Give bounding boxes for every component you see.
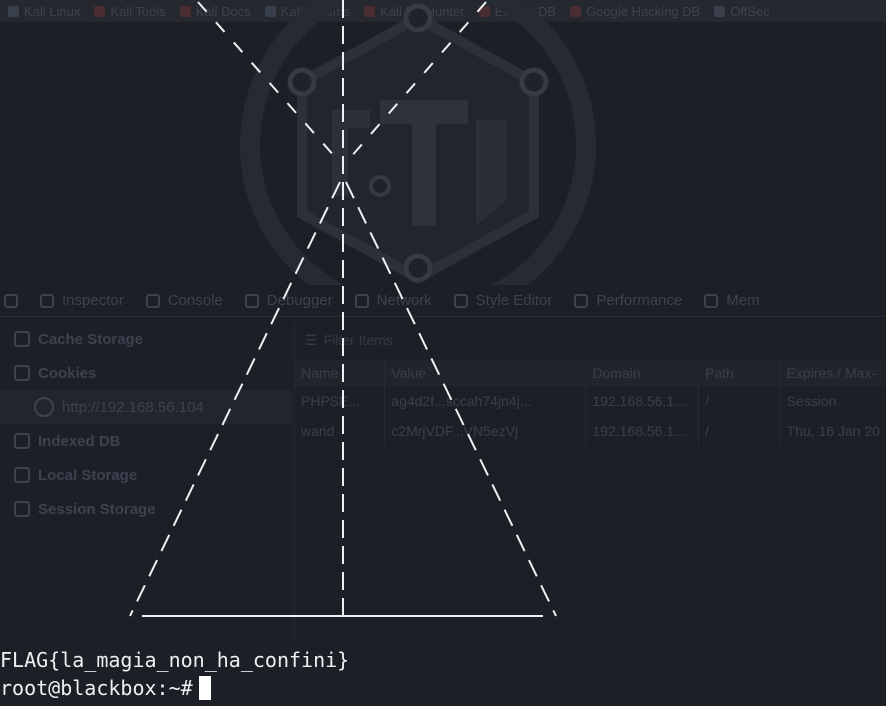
terminal-window[interactable]: FLAG{la_magia_non_ha_confini} root@black… <box>0 0 886 706</box>
ascii-art-hourglass <box>129 0 557 617</box>
shell-prompt: root@blackbox:~# <box>0 676 193 700</box>
prompt-line[interactable]: root@blackbox:~# <box>0 675 211 701</box>
flag-output-line: FLAG{la_magia_non_ha_confini} <box>0 648 350 672</box>
text-cursor <box>198 676 211 700</box>
